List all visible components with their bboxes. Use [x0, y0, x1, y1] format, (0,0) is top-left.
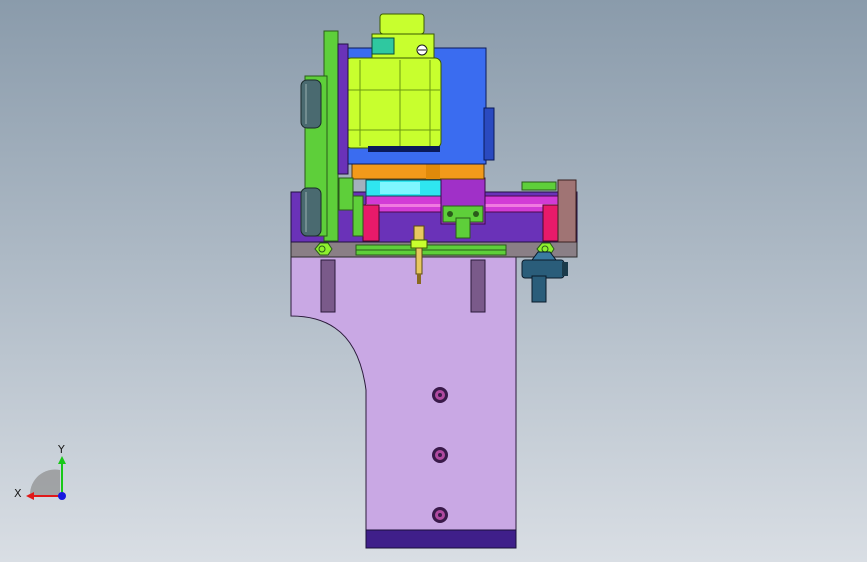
base-slot-right: [470, 259, 486, 313]
x-axis-label: X: [14, 487, 22, 500]
servo-motor[interactable]: [344, 13, 442, 152]
end-cap: [557, 179, 577, 243]
cad-model-view[interactable]: [0, 0, 867, 562]
base-slot-left: [320, 259, 336, 313]
3d-viewport[interactable]: Y X: [0, 0, 867, 562]
screw-hole: [432, 387, 448, 403]
orange-plate: [351, 162, 485, 180]
axis-triad: Y X: [14, 443, 66, 500]
rail-end-block-right: [542, 204, 560, 242]
y-axis-label: Y: [57, 443, 65, 456]
adjust-knob[interactable]: [521, 251, 568, 303]
screw-hole: [432, 507, 448, 523]
z-axis-dot: [58, 492, 66, 500]
rail-end-block-left: [362, 204, 380, 242]
screw-hole: [432, 447, 448, 463]
base-foot[interactable]: [365, 529, 517, 549]
